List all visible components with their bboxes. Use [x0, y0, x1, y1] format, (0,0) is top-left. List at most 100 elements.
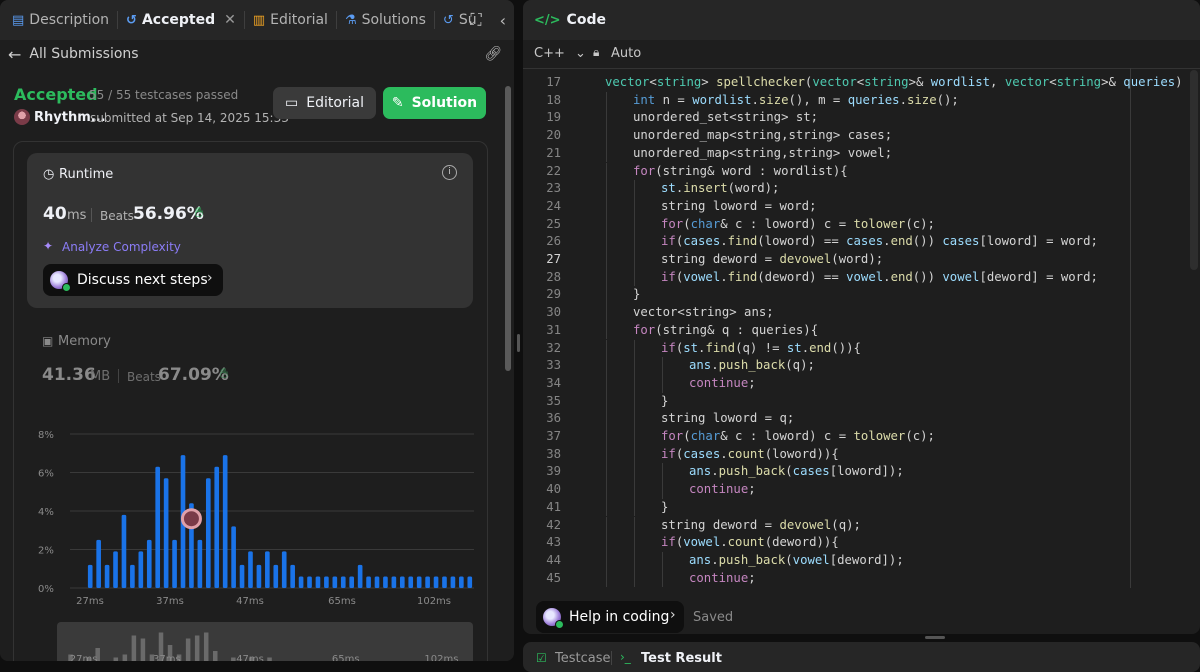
- distribution-bar[interactable]: [113, 551, 118, 588]
- distribution-bar[interactable]: [256, 564, 262, 588]
- distribution-bar[interactable]: [399, 576, 405, 588]
- distribution-bar[interactable]: [442, 576, 447, 588]
- code-line[interactable]: 38 if(cases.count(loword)){: [523, 445, 1200, 464]
- distribution-bar[interactable]: [374, 576, 380, 588]
- tab-test-result[interactable]: Test Result: [641, 651, 722, 666]
- code-line[interactable]: 43 if(vowel.count(deword)){: [523, 534, 1200, 552]
- code-line[interactable]: 45 continue;: [523, 569, 1200, 588]
- distribution-bar[interactable]: [121, 514, 127, 588]
- code-line[interactable]: 24 string loword = word;: [523, 197, 1200, 216]
- distribution-bar[interactable]: [214, 466, 220, 588]
- distribution-bar[interactable]: [265, 551, 270, 588]
- code-line[interactable]: 18 int n = wordlist.size(), m = queries.s…: [523, 91, 1200, 110]
- distribution-bar[interactable]: [222, 455, 228, 588]
- code-line[interactable]: 42 string deword = devowel(q);: [523, 516, 1200, 535]
- code-line[interactable]: 22 for(string& word : wordlist){: [523, 162, 1200, 181]
- distribution-bar[interactable]: [163, 478, 169, 588]
- code-line[interactable]: 28 if(vowel.find(deword) == vowel.end()) …: [523, 268, 1200, 287]
- analyze-complexity-link[interactable]: Analyze Complexity: [62, 240, 181, 254]
- distribution-bar[interactable]: [467, 576, 473, 588]
- distribution-bar[interactable]: [298, 576, 304, 588]
- code-line[interactable]: 35}: [523, 392, 1200, 411]
- distribution-bar[interactable]: [450, 576, 456, 588]
- code-line[interactable]: 21 unordered_map<string,string> vowel;: [523, 144, 1200, 163]
- code-line[interactable]: 17 vector<string> spellchecker(vector<str…: [523, 74, 1200, 92]
- distribution-bar[interactable]: [205, 478, 211, 588]
- distribution-bar[interactable]: [290, 564, 295, 588]
- code-line[interactable]: 29}: [523, 286, 1200, 305]
- avatar[interactable]: [14, 109, 30, 125]
- back-arrow-icon[interactable]: ←: [8, 45, 21, 64]
- scrollbar-thumb[interactable]: [505, 86, 511, 371]
- tab-editorial[interactable]: ▥ Editorial: [245, 0, 336, 40]
- distribution-bar[interactable]: [324, 576, 329, 588]
- code-line[interactable]: 26 if(cases.find(loword) == cases.end()) …: [523, 233, 1200, 251]
- collapse-chevron-icon[interactable]: ‹: [500, 11, 506, 30]
- panel-splitter[interactable]: [517, 334, 520, 352]
- distribution-bar[interactable]: [96, 539, 101, 588]
- distribution-bar[interactable]: [315, 576, 321, 588]
- distribution-bar[interactable]: [332, 576, 338, 588]
- horizontal-splitter[interactable]: [925, 636, 945, 639]
- your-submission-marker[interactable]: [180, 508, 202, 530]
- code-line[interactable]: 33 ans.push_back(q);: [523, 357, 1200, 375]
- chart-overview-strip[interactable]: 27ms 37ms 47ms 65ms 102ms: [57, 622, 473, 661]
- editorial-button[interactable]: ▭ Editorial: [273, 87, 376, 119]
- distribution-bar[interactable]: [349, 576, 355, 588]
- help-in-coding-button[interactable]: Help in coding ›: [536, 601, 684, 633]
- distribution-bar[interactable]: [416, 576, 422, 588]
- distribution-bar[interactable]: [433, 576, 439, 588]
- distribution-bar[interactable]: [459, 576, 464, 588]
- close-tab-icon[interactable]: ✕: [224, 12, 236, 28]
- code-line[interactable]: 27 string deword = devowel(word);: [523, 251, 1200, 269]
- code-line[interactable]: 34 continue;: [523, 374, 1200, 393]
- distribution-bar[interactable]: [172, 539, 177, 588]
- share-link-icon[interactable]: 🔗︎: [484, 46, 502, 62]
- distribution-bar[interactable]: [239, 564, 245, 588]
- tab-description[interactable]: ▤ Description: [0, 0, 117, 40]
- distribution-bar[interactable]: [138, 551, 144, 588]
- solution-button[interactable]: ✎ Solution: [383, 87, 486, 119]
- runtime-distribution-chart[interactable]: 8% 6% 4% 2% 0% 27ms 37ms 47ms 65ms 102ms: [24, 424, 474, 654]
- code-line[interactable]: 41}: [523, 498, 1200, 517]
- distribution-bar[interactable]: [391, 576, 397, 588]
- distribution-bar[interactable]: [146, 539, 152, 588]
- code-line[interactable]: 19 unordered_set<string> st;: [523, 109, 1200, 128]
- distribution-bar[interactable]: [408, 576, 414, 588]
- distribution-bar[interactable]: [281, 551, 287, 588]
- runtime-card[interactable]: ◷ Runtime i 40 ms Beats 56.96% ✋︎ ✦ Anal…: [27, 153, 473, 308]
- code-line[interactable]: 39 ans.push_back(cases[loword]);: [523, 463, 1200, 482]
- distribution-bar[interactable]: [130, 564, 135, 588]
- distribution-bar[interactable]: [425, 576, 430, 588]
- code-line[interactable]: 30 vector<string> ans;: [523, 304, 1200, 322]
- info-icon[interactable]: i: [442, 165, 457, 180]
- code-line[interactable]: 25 for(char& c : loword) c = tolower(c);: [523, 215, 1200, 234]
- code-line[interactable]: 40 continue;: [523, 481, 1200, 499]
- distribution-bar[interactable]: [273, 564, 279, 588]
- maximize-icon[interactable]: ⛶: [470, 10, 481, 30]
- distribution-bar[interactable]: [357, 564, 363, 588]
- distribution-bar[interactable]: [231, 526, 236, 588]
- code-line[interactable]: 23 st.insert(word);: [523, 180, 1200, 198]
- tab-testcase[interactable]: Testcase: [555, 651, 611, 666]
- code-line[interactable]: 31 for(string& q : queries){: [523, 321, 1200, 340]
- distribution-bar[interactable]: [104, 564, 110, 588]
- distribution-bar[interactable]: [87, 564, 93, 588]
- discuss-next-steps-button[interactable]: Discuss next steps ›: [43, 264, 223, 296]
- code-scrollbar[interactable]: [1190, 70, 1198, 270]
- distribution-bar[interactable]: [307, 576, 312, 588]
- distribution-bar[interactable]: [383, 576, 388, 588]
- tab-solutions[interactable]: ⚗ Solutions: [337, 0, 434, 40]
- distribution-bar[interactable]: [197, 539, 203, 588]
- distribution-bar[interactable]: [248, 551, 253, 588]
- code-line[interactable]: 36 string loword = q;: [523, 410, 1200, 428]
- code-line[interactable]: 37 for(char& c : loword) c = tolower(c);: [523, 428, 1200, 446]
- language-select[interactable]: C++ ⌄: [534, 46, 586, 61]
- code-line[interactable]: 32 if(st.find(q) != st.end()){: [523, 339, 1200, 358]
- distribution-bar[interactable]: [155, 466, 161, 588]
- mode-label[interactable]: Auto: [611, 46, 641, 61]
- code-line[interactable]: 44 ans.push_back(vowel[deword]);: [523, 551, 1200, 570]
- distribution-bar[interactable]: [366, 576, 371, 588]
- code-line[interactable]: 20 unordered_map<string,string> cases;: [523, 127, 1200, 145]
- all-submissions-link[interactable]: All Submissions: [29, 46, 138, 62]
